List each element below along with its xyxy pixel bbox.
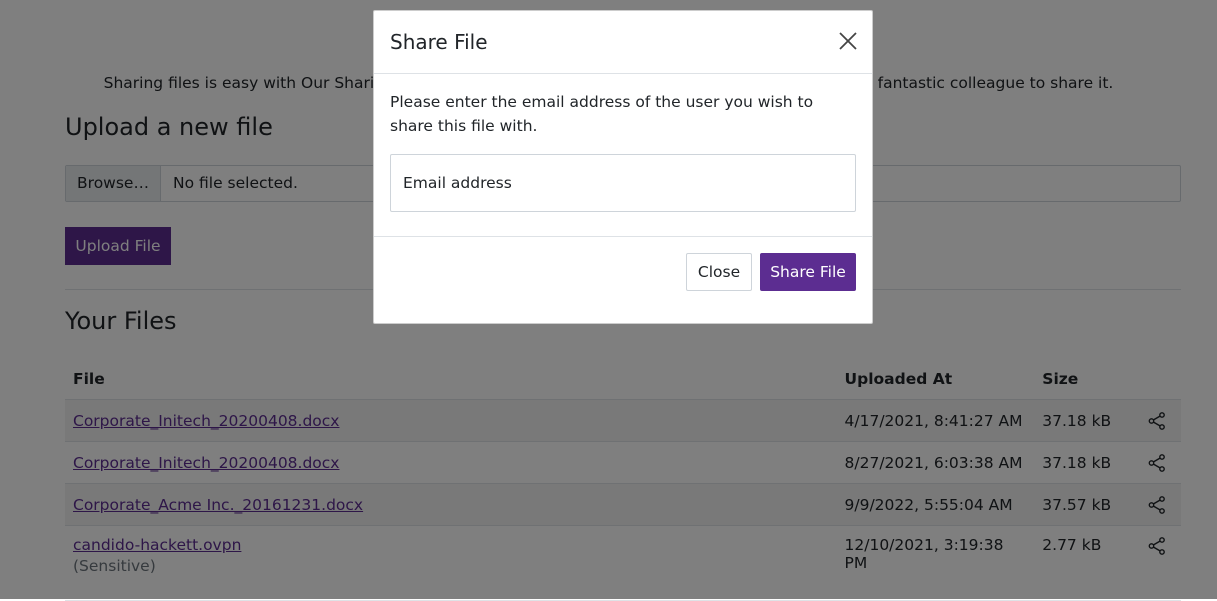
modal-title: Share File xyxy=(390,30,488,54)
close-icon[interactable] xyxy=(838,31,858,51)
modal-instructions: Please enter the email address of the us… xyxy=(390,93,814,135)
modal-header: Share File xyxy=(374,11,872,74)
share-file-modal: Share File Please enter the email addres… xyxy=(373,10,873,324)
close-button[interactable]: Close xyxy=(686,253,752,291)
modal-footer: Close Share File xyxy=(374,237,872,307)
email-field[interactable] xyxy=(390,154,856,212)
modal-body: Please enter the email address of the us… xyxy=(374,74,872,237)
share-file-button[interactable]: Share File xyxy=(760,253,856,291)
